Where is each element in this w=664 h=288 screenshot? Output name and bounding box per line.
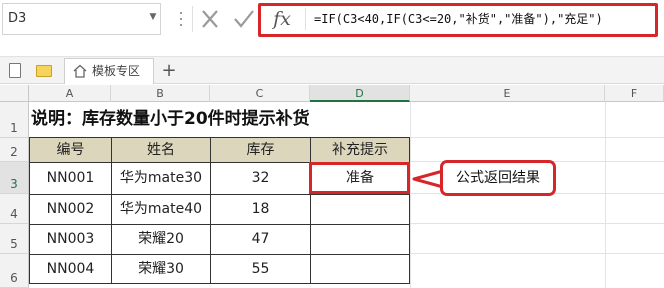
header-cell-stock[interactable]: 库存 xyxy=(210,137,311,163)
table-cell[interactable]: 华为mate30 xyxy=(111,162,211,195)
grip-dot xyxy=(180,24,182,26)
column-header-d[interactable]: D xyxy=(310,85,410,102)
cancel-icon[interactable] xyxy=(198,8,222,30)
divider xyxy=(192,6,193,32)
header-cell-hint[interactable]: 补充提示 xyxy=(310,137,410,163)
divider xyxy=(305,8,306,30)
fx-icon[interactable]: fx xyxy=(265,6,299,32)
grip-dot xyxy=(180,12,182,14)
home-icon xyxy=(73,64,87,78)
row-header-3[interactable]: 3 xyxy=(0,162,29,194)
chevron-down-icon[interactable]: ▼ xyxy=(148,12,158,22)
formula-input[interactable]: =IF(C3<40,IF(C3<=20,"补货","准备"),"充足") xyxy=(314,5,654,33)
row-header-4[interactable]: 4 xyxy=(0,194,29,224)
table-cell[interactable]: 47 xyxy=(210,224,311,255)
gridline xyxy=(605,102,606,288)
table-cell[interactable]: NN004 xyxy=(29,254,112,284)
grip-dot xyxy=(180,18,182,20)
table-cell[interactable] xyxy=(310,224,410,255)
name-box[interactable]: D3 xyxy=(2,3,161,35)
row-header-5[interactable]: 5 xyxy=(0,224,29,254)
select-all-corner[interactable] xyxy=(0,85,29,102)
table-cell[interactable]: NN003 xyxy=(29,224,112,255)
header-cell-name[interactable]: 姓名 xyxy=(111,137,211,163)
column-header-f[interactable]: F xyxy=(605,85,664,102)
table-cell[interactable]: 荣耀20 xyxy=(111,224,211,255)
table-cell[interactable]: 55 xyxy=(210,254,311,284)
header-cell-id[interactable]: 编号 xyxy=(29,137,112,163)
table-cell[interactable] xyxy=(310,254,410,284)
gridline xyxy=(410,102,411,288)
table-cell[interactable]: 32 xyxy=(210,162,311,195)
row-header-2[interactable]: 2 xyxy=(0,138,29,162)
column-header-c[interactable]: C xyxy=(210,85,310,102)
column-header-b[interactable]: B xyxy=(111,85,210,102)
table-cell[interactable]: NN001 xyxy=(29,162,112,195)
row-header-6[interactable]: 6 xyxy=(0,254,29,288)
row-header-1[interactable]: 1 xyxy=(0,102,29,138)
table-cell[interactable] xyxy=(310,194,410,225)
folder-icon[interactable] xyxy=(36,65,52,77)
table-cell[interactable]: NN002 xyxy=(29,194,112,225)
document-icon[interactable] xyxy=(9,63,21,78)
tab-label: 模板专区 xyxy=(92,64,141,78)
active-cell-highlight xyxy=(309,162,410,194)
check-icon[interactable] xyxy=(232,8,256,30)
table-cell[interactable]: 18 xyxy=(210,194,311,225)
column-header-a[interactable]: A xyxy=(29,85,111,102)
column-header-e[interactable]: E xyxy=(410,85,605,102)
plus-icon[interactable]: + xyxy=(160,60,178,82)
callout-box: 公式返回结果 xyxy=(440,160,556,196)
table-cell[interactable]: 荣耀30 xyxy=(111,254,211,284)
sheet-title-cell[interactable]: 说明：库存数量小于20件时提示补货 xyxy=(30,103,410,136)
table-cell[interactable]: 华为mate40 xyxy=(111,194,211,225)
